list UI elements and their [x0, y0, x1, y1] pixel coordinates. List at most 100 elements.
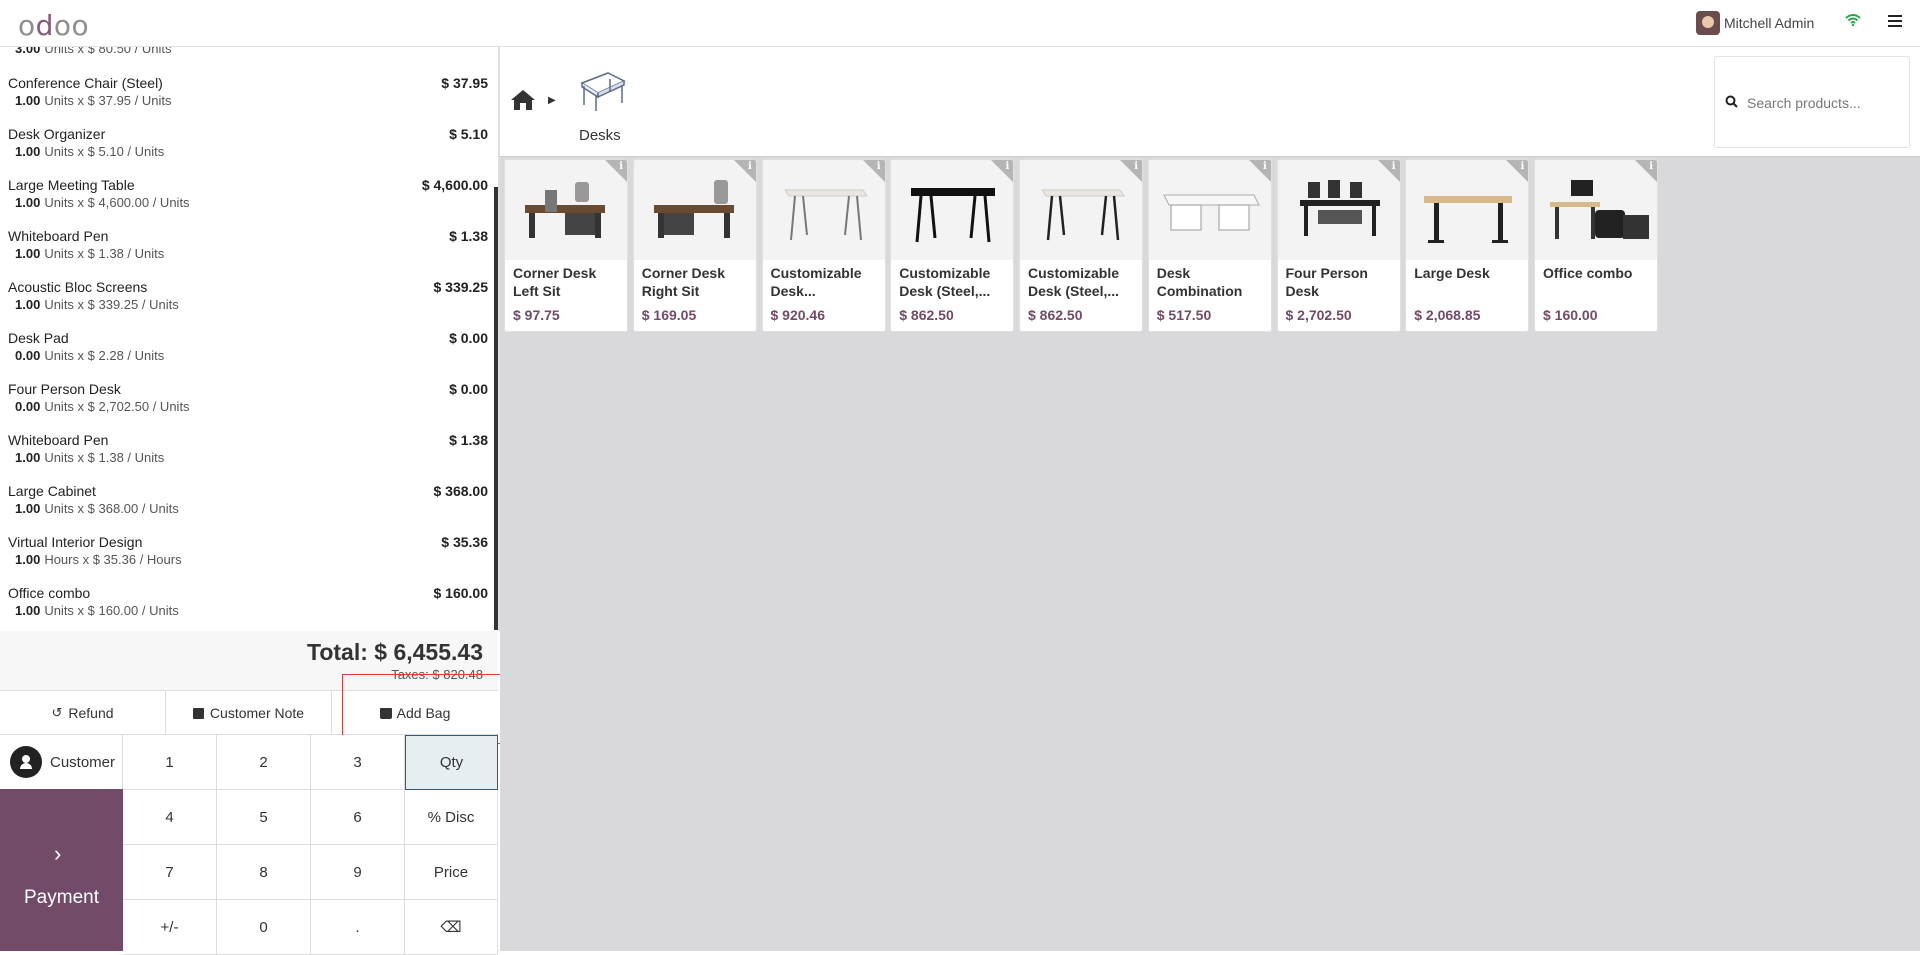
key-4[interactable]: 4	[123, 790, 217, 845]
search-input[interactable]	[1747, 92, 1907, 114]
info-icon[interactable]: i	[748, 161, 752, 172]
product-card[interactable]: i Customizable Desk (Steel,... $ 862.50	[1019, 159, 1143, 332]
order-line-price: $ 35.36	[441, 534, 488, 550]
product-name: Corner Desk Right Sit	[641, 265, 726, 299]
order-line-qty: 1.00	[15, 603, 41, 618]
product-card[interactable]: i Four Person Desk $ 2,702.50	[1276, 159, 1401, 332]
key-5[interactable]: 5	[217, 790, 311, 845]
product-card[interactable]: i Customizable Desk (Steel,... $ 862.50	[890, 159, 1015, 332]
order-lines[interactable]: 3.00 Units x $ 80.50 / Units Conference C…	[0, 47, 500, 631]
price-mode-button[interactable]: Price	[405, 845, 498, 900]
order-line[interactable]: Whiteboard Pen $ 1.38 1.00 Units x $ 1.38 /…	[8, 228, 488, 279]
product-card[interactable]: i Desk Combination $ 517.50	[1147, 159, 1272, 332]
product-info-badge[interactable]	[1506, 160, 1529, 182]
note-icon	[192, 707, 204, 719]
order-line[interactable]: Desk Organizer $ 5.10 1.00 Units x $ 5.10 /…	[8, 126, 488, 177]
product-info-badge[interactable]	[1248, 160, 1271, 182]
product-card[interactable]: i Large Desk $ 2,068.85	[1405, 159, 1530, 332]
breadcrumb-arrow-icon: ▶	[548, 95, 556, 106]
product-name: Desk Combination	[1156, 265, 1243, 299]
product-info-badge[interactable]	[605, 160, 627, 182]
key-0[interactable]: 0	[217, 900, 311, 955]
product-info-badge[interactable]	[1635, 160, 1657, 182]
order-line-qty: 1.00	[15, 450, 41, 465]
key-2[interactable]: 2	[217, 735, 311, 790]
order-line[interactable]: Four Person Desk $ 0.00 0.00 Units x $ 2,70…	[8, 381, 488, 432]
payment-button[interactable]: › Payment	[0, 789, 123, 951]
category-desks-label[interactable]: Desks	[579, 127, 621, 144]
home-icon[interactable]	[510, 89, 536, 111]
info-icon[interactable]: i	[1263, 161, 1267, 172]
order-line-name: Conference Chair (Steel)	[8, 75, 163, 91]
order-line-detail: Units x $ 80.50 / Units	[44, 47, 172, 56]
key-8[interactable]: 8	[217, 845, 311, 900]
info-icon[interactable]: i	[619, 161, 623, 172]
search-box[interactable]	[1714, 56, 1910, 148]
order-line-name: Large Cabinet	[8, 483, 96, 499]
key-9[interactable]: 9	[311, 845, 405, 900]
order-line[interactable]: Large Meeting Table $ 4,600.00 1.00 Units x…	[8, 177, 488, 228]
product-info-badge[interactable]	[862, 160, 885, 182]
numpad: 1 2 3 Qty 4 5 6% Disc 7 8 9 Price +/- 0. ⌫	[123, 735, 498, 955]
product-info-badge[interactable]	[1377, 160, 1400, 182]
order-line[interactable]: Virtual Interior Design $ 35.36 1.00 Hours …	[8, 534, 488, 585]
info-icon[interactable]: i	[1392, 161, 1396, 172]
order-line-qty: 1.00	[15, 93, 41, 108]
customer-note-button[interactable]: Customer Note	[166, 691, 332, 735]
info-icon[interactable]: i	[1005, 161, 1009, 172]
key-7[interactable]: 7	[123, 845, 217, 900]
order-line-price: $ 368.00	[433, 483, 489, 499]
order-line[interactable]: Whiteboard Pen $ 1.38 1.00 Units x $ 1.38 /…	[8, 432, 488, 483]
info-icon[interactable]: i	[877, 161, 881, 172]
order-line-name: Desk Organizer	[8, 126, 106, 142]
order-line[interactable]: Desk Pad $ 0.00 0.00 Units x $ 2.28 / Units	[8, 330, 488, 381]
customer-label: Customer	[50, 753, 116, 771]
product-price: $ 862.50	[1028, 307, 1083, 323]
product-price: $ 517.50	[1156, 307, 1212, 323]
plus-minus-button[interactable]: +/-	[123, 900, 217, 955]
info-icon[interactable]: i	[1134, 161, 1138, 172]
product-card[interactable]: i Customizable Desk... $ 920.46	[761, 159, 886, 332]
order-line-price: $ 0.00	[449, 381, 488, 397]
product-price: $ 97.75	[513, 307, 560, 323]
wifi-icon[interactable]	[1845, 14, 1861, 26]
product-info-badge[interactable]	[991, 160, 1014, 182]
key-6[interactable]: 6	[311, 790, 405, 845]
discount-mode-button[interactable]: % Disc	[405, 790, 498, 845]
order-line-detail: Units x $ 4,600.00 / Units	[44, 195, 190, 210]
order-line-price: $ 339.25	[433, 279, 489, 295]
payment-label: Payment	[24, 887, 99, 908]
order-line[interactable]: Conference Chair (Steel) $ 37.95 1.00 Units…	[8, 75, 488, 126]
order-line-qty: 1.00	[15, 552, 41, 567]
order-line-name: Desk Pad	[8, 330, 69, 346]
order-line[interactable]: Acoustic Bloc Screens $ 339.25 1.00 Units x…	[8, 279, 488, 330]
key-1[interactable]: 1	[123, 735, 217, 790]
order-line-name: Virtual Interior Design	[8, 534, 143, 550]
order-scrollbar[interactable]	[494, 187, 498, 630]
product-info-badge[interactable]	[1120, 160, 1142, 182]
key-3[interactable]: 3	[311, 735, 405, 790]
product-card[interactable]: i Office combo $ 160.00	[1534, 159, 1658, 332]
order-line-detail: Hours x $ 35.36 / Hours	[44, 552, 182, 567]
desk-category-icon[interactable]	[578, 69, 626, 113]
qty-mode-button[interactable]: Qty	[405, 735, 498, 790]
decimal-button[interactable]: .	[311, 900, 405, 955]
info-icon[interactable]: i	[1520, 161, 1524, 172]
product-price: $ 2,702.50	[1285, 307, 1352, 323]
order-line[interactable]: Office combo $ 160.00 1.00 Units x $ 160.00…	[8, 585, 488, 631]
product-card[interactable]: i Corner Desk Left Sit $ 97.75	[504, 159, 628, 332]
backspace-button[interactable]: ⌫	[405, 900, 498, 955]
order-line-name: Large Meeting Table	[8, 177, 135, 193]
hamburger-menu-icon[interactable]	[1888, 15, 1902, 27]
product-price: $ 920.46	[770, 307, 826, 323]
customer-button[interactable]: Customer	[0, 735, 123, 790]
product-card[interactable]: i Corner Desk Right Sit $ 169.05	[632, 159, 757, 332]
order-line[interactable]: Large Cabinet $ 368.00 1.00 Units x $ 368.0…	[8, 483, 488, 534]
info-icon[interactable]: i	[1649, 161, 1653, 172]
order-line-name: Office combo	[8, 585, 91, 601]
product-info-badge[interactable]	[733, 160, 756, 182]
user-menu[interactable]: Mitchell Admin	[1696, 11, 1814, 35]
user-avatar	[1696, 11, 1720, 35]
order-line-detail: Units x $ 339.25 / Units	[44, 297, 179, 312]
refund-button[interactable]: ↺ Refund	[0, 691, 166, 735]
